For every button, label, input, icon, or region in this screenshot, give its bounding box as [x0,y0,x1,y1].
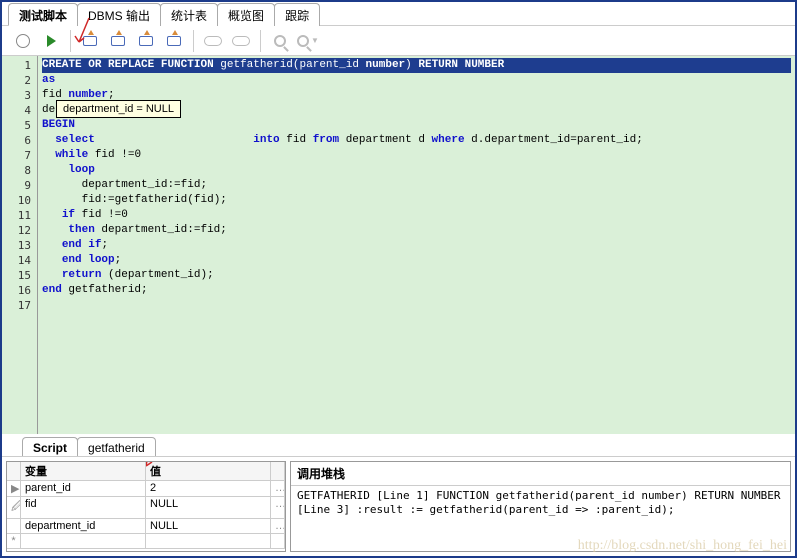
search-icon [297,35,309,47]
tab-getfatherid[interactable]: getfatherid [77,437,156,457]
variables-panel: 变量 值 ▶parent_id2…🖉fidNULL…department_idN… [6,461,286,552]
top-tab-bar: 测试脚本 DBMS 输出 统计表 概览图 跟踪 [2,2,795,26]
step-out-icon [139,36,153,46]
run-button[interactable] [40,30,62,52]
var-value[interactable]: NULL [146,519,271,534]
code-line[interactable]: while fid !=0 [42,148,791,163]
callstack-header: 调用堆栈 [291,462,790,486]
code-line[interactable]: as [42,73,791,88]
tab-dbms-output[interactable]: DBMS 输出 [77,3,161,26]
code-line[interactable]: loop [42,163,791,178]
search-icon [274,35,286,47]
step-out-button[interactable] [135,30,157,52]
tab-stats[interactable]: 统计表 [160,3,218,26]
watch-add-button[interactable] [230,30,252,52]
var-col-name: 变量 [21,462,146,481]
code-line[interactable]: if fid !=0 [42,208,791,223]
callstack-panel: 调用堆栈 GETFATHERID [Line 1] FUNCTION getfa… [290,461,791,552]
var-value[interactable]: NULL [146,497,271,519]
toolbar-separator [193,30,194,52]
var-name[interactable]: parent_id [21,481,146,497]
step-over-button[interactable] [107,30,129,52]
search-button[interactable] [269,30,291,52]
code-editor[interactable]: 1234567891011121314151617 CREATE OR REPL… [2,56,795,434]
debug-tooltip: department_id = NULL [56,100,181,118]
toolbar: ▼ [2,26,795,56]
var-name[interactable]: fid [21,497,146,519]
mid-tab-bar: Script getfatherid [2,434,795,456]
config-button[interactable] [12,30,34,52]
bottom-panels: 变量 值 ▶parent_id2…🖉fidNULL…department_idN… [2,456,795,556]
watch-button[interactable] [202,30,224,52]
stack-line[interactable]: [Line 3] :result := getfatherid(parent_i… [297,503,784,517]
code-line[interactable]: BEGIN [42,118,791,133]
step-into-button[interactable] [79,30,101,52]
variables-grid[interactable]: 变量 值 ▶parent_id2…🖉fidNULL…department_idN… [7,462,285,549]
callstack-body[interactable]: GETFATHERID [Line 1] FUNCTION getfatheri… [291,486,790,520]
goggles-plus-icon [232,36,250,46]
search-dropdown[interactable]: ▼ [297,30,319,52]
code-line[interactable]: end if; [42,238,791,253]
gear-icon [16,34,30,48]
var-value[interactable]: 2 [146,481,271,497]
code-line[interactable]: department_id:=fid; [42,178,791,193]
var-name[interactable]: department_id [21,519,146,534]
code-line[interactable]: end loop; [42,253,791,268]
tab-script[interactable]: Script [22,437,78,457]
tab-test-script[interactable]: 测试脚本 [8,3,78,26]
run-icon [47,35,56,47]
code-line[interactable]: then department_id:=fid; [42,223,791,238]
code-line[interactable]: CREATE OR REPLACE FUNCTION getfatherid(p… [42,58,791,73]
toolbar-separator [260,30,261,52]
code-area[interactable]: CREATE OR REPLACE FUNCTION getfatherid(p… [38,56,795,434]
toolbar-separator [70,30,71,52]
stack-line[interactable]: GETFATHERID [Line 1] FUNCTION getfatheri… [297,489,784,503]
var-col-value: 值 [146,462,271,481]
code-line[interactable]: select into fid from department d where … [42,133,791,148]
step-into-icon [83,36,97,46]
tab-trace[interactable]: 跟踪 [274,3,320,26]
run-to-cursor-button[interactable] [163,30,185,52]
run-to-cursor-icon [167,36,181,46]
code-line[interactable]: end getfatherid; [42,283,791,298]
step-over-icon [111,36,125,46]
line-gutter: 1234567891011121314151617 [2,56,38,434]
goggles-icon [204,36,222,46]
code-line[interactable]: fid:=getfatherid(fid); [42,193,791,208]
code-line[interactable]: return (department_id); [42,268,791,283]
tab-overview[interactable]: 概览图 [217,3,275,26]
